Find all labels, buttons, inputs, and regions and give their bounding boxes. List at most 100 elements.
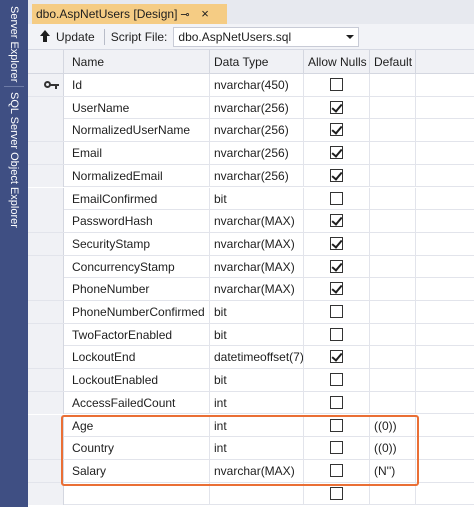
default-value-cell[interactable]: ((0)) [370,414,416,437]
row-selector[interactable] [28,323,64,346]
table-row[interactable]: EmailConfirmed bit [28,187,474,211]
data-type-cell[interactable]: nvarchar(256) [210,96,304,119]
table-row[interactable]: TwoFactorEnabled bit [28,323,474,347]
data-type-cell[interactable]: bit [210,323,304,346]
data-type-cell[interactable]: nvarchar(MAX) [210,232,304,255]
table-row[interactable]: NormalizedUserName nvarchar(256) [28,119,474,143]
allow-nulls-checkbox[interactable] [330,146,343,160]
table-row[interactable]: Salary nvarchar(MAX) (N'') [28,459,474,483]
data-type-cell[interactable] [210,482,304,505]
data-type-cell[interactable]: nvarchar(MAX) [210,459,304,482]
data-type-cell[interactable]: nvarchar(MAX) [210,255,304,278]
row-selector[interactable] [28,119,64,142]
row-selector[interactable] [28,96,64,119]
column-name-cell[interactable]: PhoneNumberConfirmed [64,301,210,323]
table-row[interactable]: LockoutEnabled bit [28,369,474,392]
allow-nulls-checkbox[interactable] [330,259,343,273]
update-button[interactable]: Update [36,26,98,48]
default-value-cell[interactable] [370,232,416,255]
default-value-cell[interactable] [370,255,416,278]
table-row[interactable]: Id nvarchar(450) [28,74,474,97]
row-selector[interactable] [28,278,64,301]
table-row[interactable]: SecurityStamp nvarchar(MAX) [28,232,474,256]
allow-nulls-checkbox[interactable] [330,282,343,296]
allow-nulls-checkbox[interactable] [330,100,343,114]
allow-nulls-checkbox[interactable] [330,463,343,477]
row-selector[interactable] [28,437,64,460]
allow-nulls-checkbox[interactable] [330,418,343,432]
table-row[interactable]: LockoutEnd datetimeoffset(7) [28,346,474,370]
default-value-cell[interactable] [370,142,416,165]
table-row[interactable]: PasswordHash nvarchar(MAX) [28,210,474,233]
default-value-cell[interactable]: ((0)) [370,437,416,460]
default-value-cell[interactable] [370,96,416,119]
column-name-cell[interactable]: ConcurrencyStamp [64,255,210,278]
default-value-cell[interactable] [370,187,416,210]
column-name-cell[interactable]: Salary [64,459,210,482]
data-type-cell[interactable]: int [210,414,304,437]
data-type-cell[interactable]: bit [210,369,304,392]
row-selector[interactable] [28,414,64,437]
default-value-cell[interactable] [370,391,416,414]
column-header-data-type[interactable]: Data Type [210,50,304,74]
data-type-cell[interactable]: datetimeoffset(7) [210,346,304,369]
data-type-cell[interactable]: nvarchar(256) [210,164,304,187]
row-selector[interactable] [28,232,64,255]
row-selector[interactable] [28,164,64,187]
table-row[interactable] [28,482,474,506]
table-row[interactable]: Email nvarchar(256) [28,142,474,165]
column-name-cell[interactable]: PasswordHash [64,210,210,233]
table-row[interactable]: ConcurrencyStamp nvarchar(MAX) [28,255,474,279]
allow-nulls-checkbox[interactable] [330,441,343,455]
row-selector[interactable] [28,482,64,505]
document-tab[interactable]: dbo.AspNetUsers [Design] ⊸ × [32,4,227,24]
column-name-cell[interactable] [64,482,210,505]
row-selector[interactable] [28,142,64,165]
close-icon[interactable]: × [198,6,212,21]
default-value-cell[interactable] [370,323,416,346]
data-type-cell[interactable]: bit [210,301,304,323]
column-name-cell[interactable]: EmailConfirmed [64,187,210,210]
data-type-cell[interactable]: nvarchar(MAX) [210,210,304,233]
column-name-cell[interactable]: NormalizedUserName [64,119,210,142]
data-type-cell[interactable]: nvarchar(450) [210,74,304,96]
default-value-cell[interactable] [370,74,416,96]
sql-server-object-explorer-tab[interactable]: SQL Server Object Explorer [6,92,22,228]
table-row[interactable]: Age int ((0)) [28,414,474,438]
row-selector[interactable] [28,369,64,392]
default-value-cell[interactable] [370,278,416,301]
default-value-cell[interactable] [370,119,416,142]
allow-nulls-checkbox[interactable] [330,214,343,228]
column-name-cell[interactable]: SecurityStamp [64,232,210,255]
default-value-cell[interactable] [370,164,416,187]
table-row[interactable]: Country int ((0)) [28,437,474,460]
allow-nulls-checkbox[interactable] [330,305,343,318]
column-name-cell[interactable]: UserName [64,96,210,119]
allow-nulls-checkbox[interactable] [330,486,343,500]
table-row[interactable]: UserName nvarchar(256) [28,96,474,120]
allow-nulls-checkbox[interactable] [330,327,343,341]
default-value-cell[interactable] [370,346,416,369]
data-type-cell[interactable]: int [210,391,304,414]
default-value-cell[interactable] [370,210,416,233]
column-header-name[interactable]: Name [64,50,210,74]
pin-icon[interactable]: ⊸ [178,7,192,21]
column-header-allow-nulls[interactable]: Allow Nulls [304,50,370,74]
default-value-cell[interactable]: (N'') [370,459,416,482]
data-type-cell[interactable]: nvarchar(MAX) [210,278,304,301]
allow-nulls-checkbox[interactable] [330,236,343,250]
row-selector[interactable] [28,210,64,233]
column-name-cell[interactable]: AccessFailedCount [64,391,210,414]
allow-nulls-checkbox[interactable] [330,123,343,137]
row-selector[interactable] [28,301,64,323]
column-header-default[interactable]: Default [370,50,416,74]
table-row[interactable]: NormalizedEmail nvarchar(256) [28,164,474,188]
row-selector[interactable] [28,459,64,482]
column-name-cell[interactable]: TwoFactorEnabled [64,323,210,346]
row-selector[interactable] [28,187,64,210]
column-name-cell[interactable]: Email [64,142,210,165]
table-row[interactable]: PhoneNumber nvarchar(MAX) [28,278,474,301]
data-type-cell[interactable]: int [210,437,304,460]
default-value-cell[interactable] [370,482,416,505]
data-type-cell[interactable]: bit [210,187,304,210]
